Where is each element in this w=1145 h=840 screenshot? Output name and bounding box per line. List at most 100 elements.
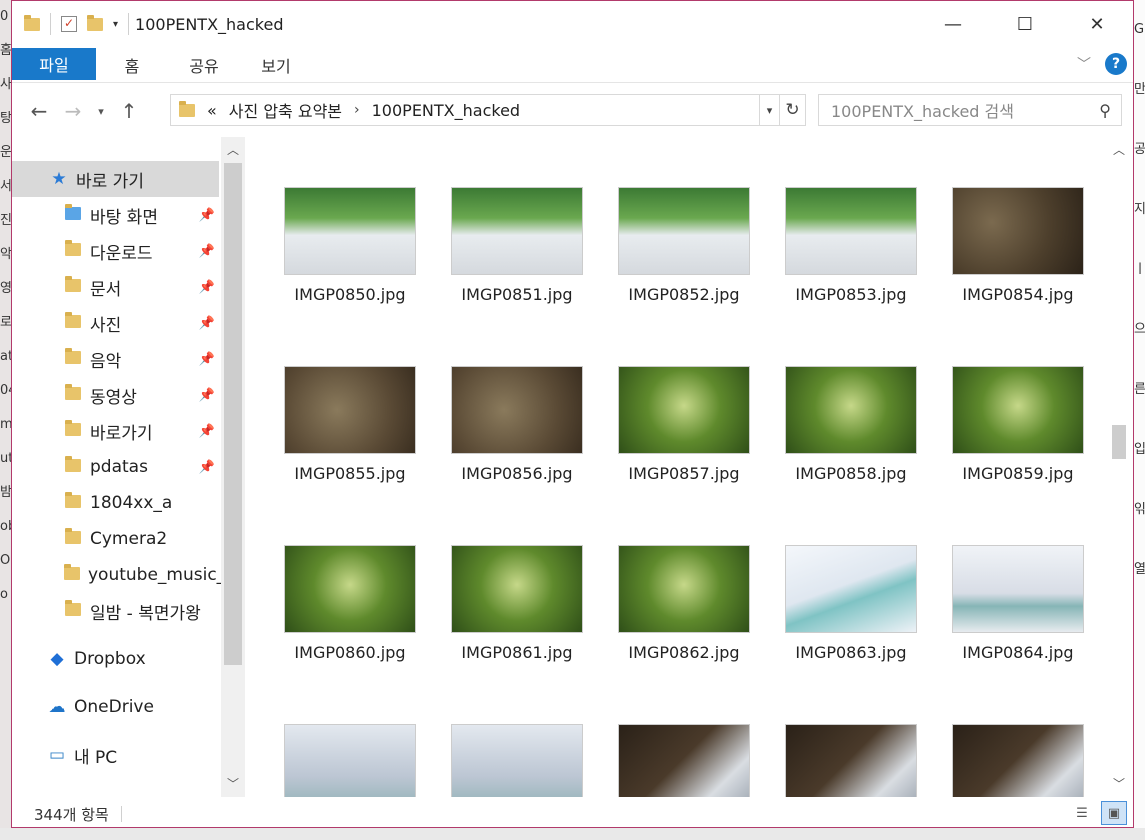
nav-item-pictures[interactable]: 사진 📌 — [12, 305, 219, 341]
nav-item-shortcuts[interactable]: 바로가기 📌 — [12, 413, 219, 449]
dropbox-icon: ◆ — [50, 649, 64, 669]
image-thumbnail[interactable] — [785, 724, 917, 797]
view-switcher: ☰ ▣ — [1069, 801, 1127, 825]
nav-item-mbc-show[interactable]: 일밤 - 복면가왕 — [12, 593, 219, 629]
pin-icon[interactable]: 📌 — [199, 352, 215, 367]
content-scrollbar[interactable]: ︿ ﹀ — [1108, 137, 1130, 797]
pin-icon[interactable]: 📌 — [199, 460, 215, 475]
image-thumbnail[interactable] — [618, 545, 750, 633]
folder-icon — [64, 528, 82, 549]
scroll-down-icon[interactable]: ﹀ — [1108, 775, 1130, 792]
image-thumbnail[interactable] — [785, 187, 917, 275]
image-thumbnail[interactable] — [451, 724, 583, 797]
nav-label: youtube_music_ — [88, 565, 226, 585]
search-icon[interactable]: ⚲ — [1099, 101, 1111, 120]
tab-file[interactable]: 파일 — [12, 47, 96, 80]
image-thumbnail[interactable] — [451, 545, 583, 633]
nav-scrollbar-thumb[interactable] — [224, 163, 242, 665]
scroll-up-icon[interactable]: ︿ — [221, 141, 245, 158]
nav-dropbox[interactable]: ◆ Dropbox — [12, 641, 219, 677]
pin-icon[interactable]: 📌 — [199, 424, 215, 439]
nav-label: 일밤 - 복면가왕 — [90, 603, 201, 624]
toolbar-divider — [128, 13, 130, 35]
image-thumbnail[interactable] — [284, 545, 416, 633]
recent-locations-chevron-icon[interactable]: ▾ — [90, 105, 112, 118]
nav-onedrive[interactable]: ☁ OneDrive — [12, 689, 219, 725]
scroll-down-icon[interactable]: ﹀ — [221, 775, 245, 792]
close-button[interactable]: ✕ — [1061, 1, 1133, 47]
nav-item-youtube-music[interactable]: youtube_music_ — [12, 557, 225, 593]
forward-arrow-icon[interactable]: → — [56, 99, 90, 123]
image-thumbnail[interactable] — [284, 724, 416, 797]
pin-icon[interactable]: 📌 — [199, 244, 215, 259]
nav-label: Cymera2 — [90, 529, 168, 549]
image-thumbnail[interactable] — [618, 366, 750, 454]
pin-icon[interactable]: 📌 — [199, 280, 215, 295]
nav-item-documents[interactable]: 문서 📌 — [12, 269, 219, 305]
image-thumbnail[interactable] — [952, 366, 1084, 454]
nav-label: 음악 — [90, 351, 122, 372]
breadcrumb-current[interactable]: 100PENTX_hacked — [372, 101, 520, 120]
breadcrumb-overflow[interactable]: « — [207, 101, 217, 120]
nav-quick-access[interactable]: ★ 바로 가기 — [12, 161, 219, 197]
expand-ribbon-chevron-icon[interactable]: ﹀ — [1077, 54, 1091, 74]
breadcrumb-parent[interactable]: 사진 압축 요약본 — [229, 98, 342, 122]
refresh-icon[interactable]: ↻ — [780, 94, 806, 126]
videos-folder-icon — [64, 384, 82, 405]
scroll-up-icon[interactable]: ︿ — [1108, 141, 1130, 158]
tab-view[interactable]: 보기 — [240, 53, 312, 77]
image-thumbnail[interactable] — [952, 187, 1084, 275]
nav-item-pdatas[interactable]: pdatas 📌 — [12, 449, 219, 485]
address-dropdown-icon[interactable]: ▾ — [760, 94, 780, 126]
address-bar[interactable]: « 사진 압축 요약본 › 100PENTX_hacked — [170, 94, 760, 126]
nav-item-desktop[interactable]: 바탕 화면 📌 — [12, 197, 219, 233]
image-thumbnail[interactable] — [284, 366, 416, 454]
large-icons-view-icon[interactable]: ▣ — [1101, 801, 1127, 825]
maximize-button[interactable]: ☐ — [989, 1, 1061, 47]
nav-item-videos[interactable]: 동영상 📌 — [12, 377, 219, 413]
image-thumbnail[interactable] — [952, 724, 1084, 797]
nav-label: 내 PC — [74, 747, 118, 768]
nav-label: 문서 — [90, 279, 122, 300]
pin-icon[interactable]: 📌 — [199, 316, 215, 331]
pin-icon[interactable]: 📌 — [199, 388, 215, 403]
title-bar: ✓ ▾ 100PENTX_hacked — ☐ ✕ — [12, 1, 1133, 47]
folder-icon — [24, 14, 40, 31]
back-arrow-icon[interactable]: ← — [22, 99, 56, 123]
star-icon: ★ — [51, 169, 67, 189]
image-thumbnail[interactable] — [451, 366, 583, 454]
up-arrow-icon[interactable]: ↑ — [112, 99, 146, 123]
properties-icon[interactable]: ✓ — [61, 16, 77, 32]
content-scrollbar-thumb[interactable] — [1112, 425, 1126, 459]
image-thumbnail[interactable] — [284, 187, 416, 275]
nav-label: 바탕 화면 — [90, 207, 158, 228]
nav-this-pc[interactable]: ▭ 내 PC — [12, 737, 219, 773]
nav-item-1804xx-a[interactable]: 1804xx_a — [12, 485, 219, 521]
details-view-icon[interactable]: ☰ — [1069, 801, 1095, 825]
help-button[interactable]: ? — [1105, 53, 1127, 75]
customize-toolbar-chevron-icon[interactable]: ▾ — [113, 19, 118, 30]
minimize-button[interactable]: — — [917, 1, 989, 47]
nav-item-cymera2[interactable]: Cymera2 — [12, 521, 219, 557]
new-folder-icon[interactable] — [87, 14, 103, 31]
nav-scrollbar[interactable]: ︿ ﹀ — [221, 137, 245, 797]
breadcrumb-separator-icon[interactable]: › — [354, 102, 360, 118]
pin-icon[interactable]: 📌 — [199, 208, 215, 223]
image-thumbnail[interactable] — [618, 724, 750, 797]
nav-label: 동영상 — [90, 387, 137, 408]
navigation-bar: ← → ▾ ↑ « 사진 압축 요약본 › 100PENTX_hacked ▾ … — [12, 89, 1133, 133]
window-controls: — ☐ ✕ — [917, 1, 1133, 47]
image-thumbnail[interactable] — [618, 187, 750, 275]
nav-item-music[interactable]: 음악 📌 — [12, 341, 219, 377]
ribbon-tabs: 파일 홈 공유 보기 ﹀ ? — [12, 47, 1133, 83]
tab-home[interactable]: 홈 — [96, 53, 168, 77]
documents-folder-icon — [64, 276, 82, 297]
image-thumbnail[interactable] — [785, 366, 917, 454]
window-title: 100PENTX_hacked — [135, 14, 284, 34]
image-thumbnail[interactable] — [952, 545, 1084, 633]
nav-item-downloads[interactable]: 다운로드 📌 — [12, 233, 219, 269]
tab-share[interactable]: 공유 — [168, 53, 240, 77]
search-input[interactable]: 100PENTX_hacked 검색 ⚲ — [818, 94, 1122, 126]
image-thumbnail[interactable] — [785, 545, 917, 633]
image-thumbnail[interactable] — [451, 187, 583, 275]
